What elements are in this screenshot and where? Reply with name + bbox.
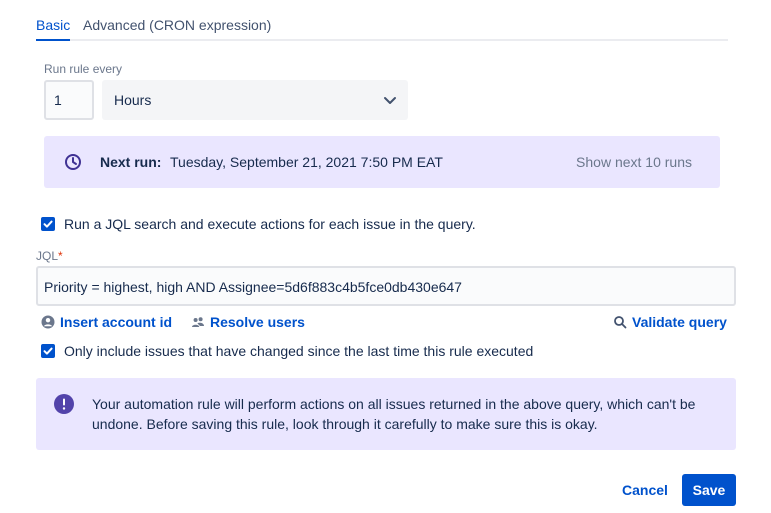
validate-query-label: Validate query <box>632 314 727 330</box>
interval-value-input[interactable]: 1 <box>44 80 94 120</box>
next-run-value: Tuesday, September 21, 2021 7:50 PM EAT <box>170 154 443 170</box>
checkmark-icon <box>43 220 53 228</box>
run-rule-every-label: Run rule every <box>44 62 123 76</box>
jql-label: JQL* <box>36 249 63 263</box>
jql-search-checkbox[interactable] <box>41 217 55 231</box>
warning-message: Your automation rule will perform action… <box>92 396 696 432</box>
insert-account-id-link[interactable]: Insert account id <box>41 314 172 330</box>
people-icon <box>192 317 204 327</box>
exclamation-icon <box>54 394 74 414</box>
warning-panel: Your automation rule will perform action… <box>36 378 736 450</box>
resolve-users-label: Resolve users <box>210 314 305 330</box>
jql-input[interactable]: Priority = highest, high AND Assignee=5d… <box>36 266 736 306</box>
clock-icon <box>65 154 81 170</box>
next-run-label: Next run: <box>100 154 162 170</box>
checkmark-icon <box>43 347 53 355</box>
tab-advanced-cron[interactable]: Advanced (CRON expression) <box>83 17 271 33</box>
interval-unit-select[interactable]: Hours <box>102 80 408 120</box>
show-next-runs-link[interactable]: Show next 10 runs <box>576 154 692 170</box>
search-icon <box>614 316 627 329</box>
next-run-panel: Next run: Tuesday, September 21, 2021 7:… <box>44 136 720 188</box>
insert-account-id-label: Insert account id <box>60 314 173 330</box>
interval-unit-value: Hours <box>114 92 152 108</box>
changed-since-checkbox-label: Only include issues that have changed si… <box>64 343 534 359</box>
tab-basic[interactable]: Basic <box>36 17 71 41</box>
required-mark: * <box>58 249 63 263</box>
save-button[interactable]: Save <box>682 474 736 506</box>
validate-query-link[interactable]: Validate query <box>613 314 727 330</box>
jql-label-text: JQL <box>36 249 59 263</box>
cancel-button[interactable]: Cancel <box>612 474 678 506</box>
chevron-down-icon <box>384 97 396 104</box>
user-icon <box>41 315 55 329</box>
changed-since-checkbox[interactable] <box>41 344 55 358</box>
jql-search-checkbox-label: Run a JQL search and execute actions for… <box>64 216 476 232</box>
resolve-users-link[interactable]: Resolve users <box>191 314 305 330</box>
tab-bar: Basic Advanced (CRON expression) <box>36 0 728 41</box>
